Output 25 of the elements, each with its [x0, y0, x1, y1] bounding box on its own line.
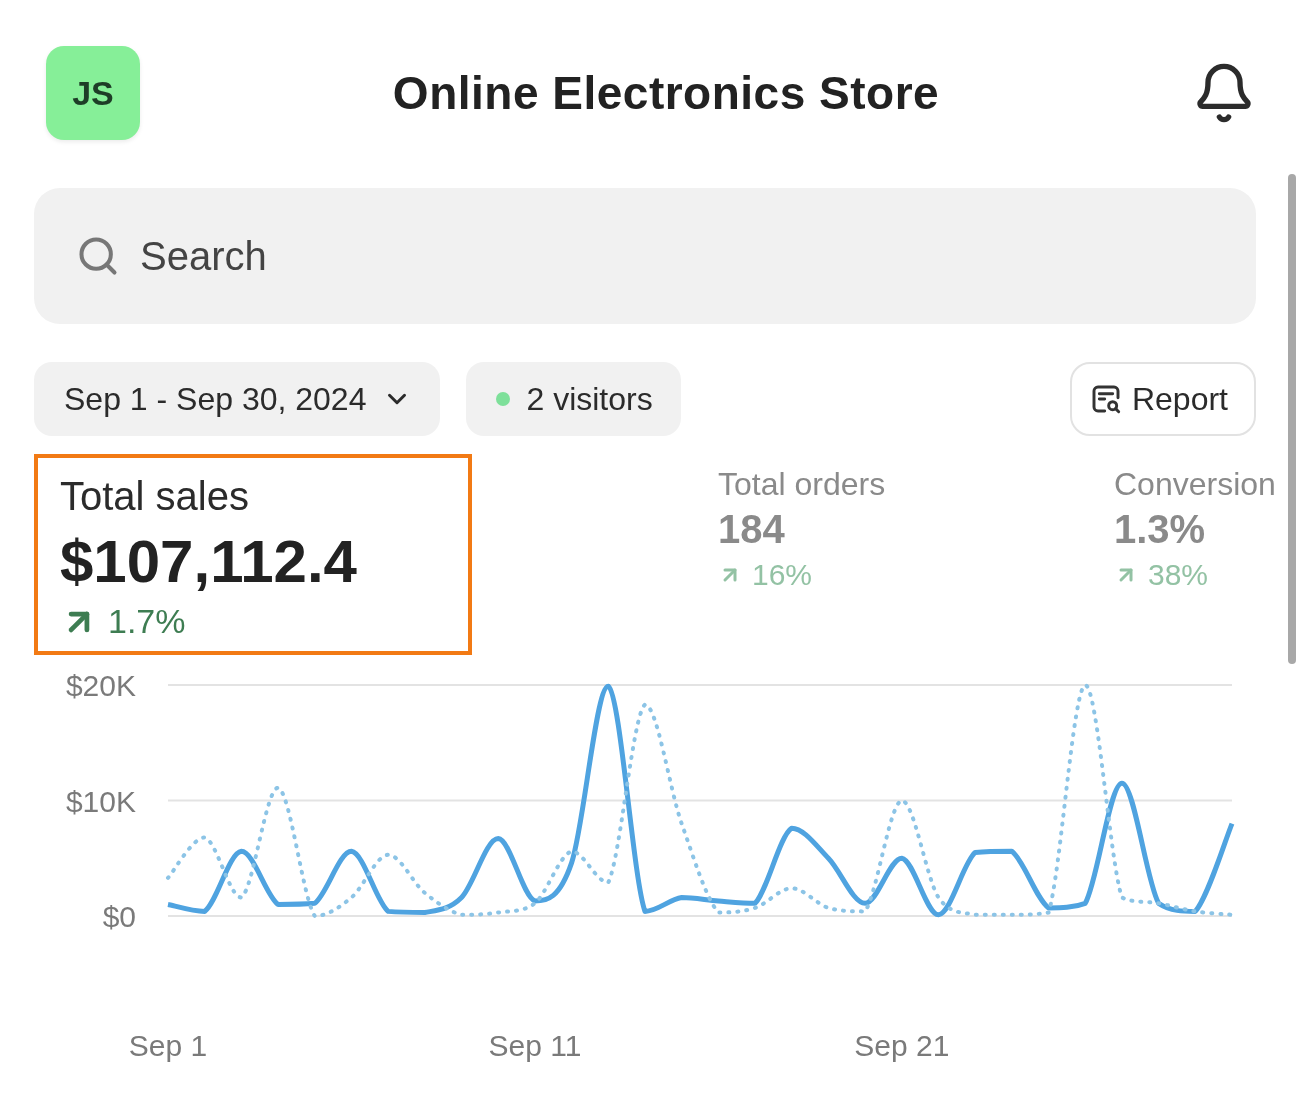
metric-value: $107,112.4: [60, 527, 358, 596]
user-avatar[interactable]: JS: [46, 46, 140, 140]
x-axis-label: Sep 1: [128, 1029, 208, 1062]
metric-change: 38%: [1148, 558, 1209, 592]
metric-label: Total sales: [60, 474, 250, 519]
metric-value: 184: [718, 507, 786, 552]
x-axis-label: Sep 21: [854, 1029, 950, 1062]
metric-card-selected[interactable]: Total sales $107,112.4 1.7%: [34, 454, 472, 655]
metric-change: 16%: [752, 558, 813, 592]
report-button[interactable]: Report: [1069, 362, 1256, 436]
search-input[interactable]: Search: [138, 232, 1042, 280]
store-title: Online Electronics Store: [392, 66, 940, 120]
y-axis-label: $20K: [65, 669, 136, 702]
scrollbar[interactable]: [1288, 174, 1296, 664]
x-axis-label: Sep 11: [488, 1029, 582, 1062]
y-axis-label: $10K: [65, 784, 136, 818]
search-field[interactable]: Search: [34, 188, 1256, 324]
y-axis-label: $0: [102, 900, 136, 933]
date-range-dropdown[interactable]: Sep 1 - Sep 30, 2024: [34, 362, 441, 436]
metric-label: Total orders: [718, 466, 887, 503]
visitors-pill[interactable]: 2 visitors: [466, 362, 681, 436]
metric-label: Conversion: [1114, 466, 1276, 503]
search-icon: [76, 234, 120, 278]
metric-change: 1.7%: [108, 602, 186, 641]
metric-value: 1.3%: [1114, 507, 1207, 552]
